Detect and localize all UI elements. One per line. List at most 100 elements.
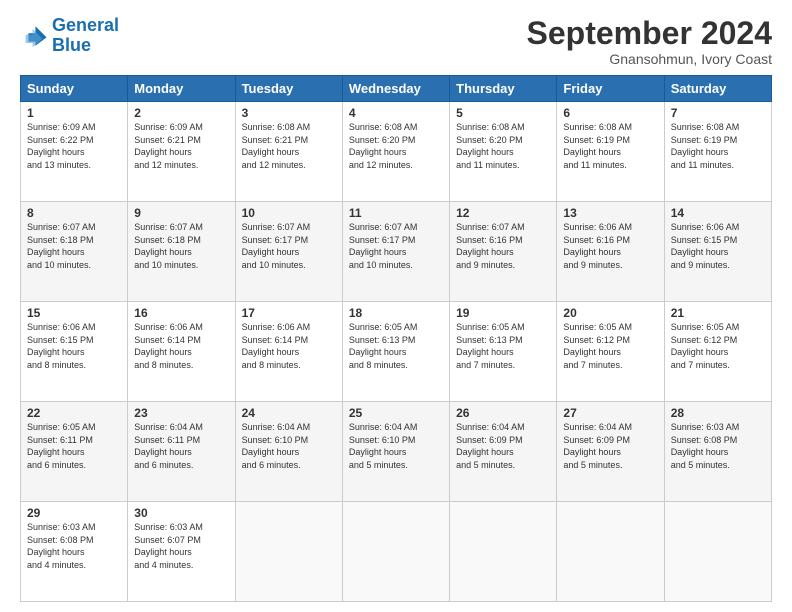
table-row: [235, 502, 342, 602]
table-row: 22Sunrise: 6:05 AMSunset: 6:11 PMDayligh…: [21, 402, 128, 502]
table-row: 8Sunrise: 6:07 AMSunset: 6:18 PMDaylight…: [21, 202, 128, 302]
day-info: Sunrise: 6:08 AMSunset: 6:19 PMDaylight …: [563, 121, 657, 171]
location: Gnansohmun, Ivory Coast: [527, 51, 772, 67]
col-tuesday: Tuesday: [235, 76, 342, 102]
day-number: 18: [349, 306, 443, 320]
day-number: 13: [563, 206, 657, 220]
logo-icon: [20, 22, 48, 50]
table-row: 10Sunrise: 6:07 AMSunset: 6:17 PMDayligh…: [235, 202, 342, 302]
day-number: 29: [27, 506, 121, 520]
day-info: Sunrise: 6:07 AMSunset: 6:18 PMDaylight …: [27, 221, 121, 271]
table-row: 6Sunrise: 6:08 AMSunset: 6:19 PMDaylight…: [557, 102, 664, 202]
day-number: 10: [242, 206, 336, 220]
day-info: Sunrise: 6:05 AMSunset: 6:13 PMDaylight …: [456, 321, 550, 371]
table-row: 11Sunrise: 6:07 AMSunset: 6:17 PMDayligh…: [342, 202, 449, 302]
table-row: 24Sunrise: 6:04 AMSunset: 6:10 PMDayligh…: [235, 402, 342, 502]
day-info: Sunrise: 6:07 AMSunset: 6:16 PMDaylight …: [456, 221, 550, 271]
table-row: 13Sunrise: 6:06 AMSunset: 6:16 PMDayligh…: [557, 202, 664, 302]
day-info: Sunrise: 6:09 AMSunset: 6:22 PMDaylight …: [27, 121, 121, 171]
day-info: Sunrise: 6:03 AMSunset: 6:07 PMDaylight …: [134, 521, 228, 571]
logo-text-line1: General: [52, 16, 119, 36]
day-number: 20: [563, 306, 657, 320]
day-info: Sunrise: 6:06 AMSunset: 6:15 PMDaylight …: [27, 321, 121, 371]
day-info: Sunrise: 6:04 AMSunset: 6:10 PMDaylight …: [242, 421, 336, 471]
table-row: 1Sunrise: 6:09 AMSunset: 6:22 PMDaylight…: [21, 102, 128, 202]
month-title: September 2024: [527, 16, 772, 51]
day-number: 12: [456, 206, 550, 220]
table-row: 28Sunrise: 6:03 AMSunset: 6:08 PMDayligh…: [664, 402, 771, 502]
table-row: 7Sunrise: 6:08 AMSunset: 6:19 PMDaylight…: [664, 102, 771, 202]
title-block: September 2024 Gnansohmun, Ivory Coast: [527, 16, 772, 67]
header: General Blue September 2024 Gnansohmun, …: [20, 16, 772, 67]
header-row: Sunday Monday Tuesday Wednesday Thursday…: [21, 76, 772, 102]
table-row: 14Sunrise: 6:06 AMSunset: 6:15 PMDayligh…: [664, 202, 771, 302]
col-friday: Friday: [557, 76, 664, 102]
day-info: Sunrise: 6:05 AMSunset: 6:13 PMDaylight …: [349, 321, 443, 371]
calendar-week-row: 15Sunrise: 6:06 AMSunset: 6:15 PMDayligh…: [21, 302, 772, 402]
table-row: 21Sunrise: 6:05 AMSunset: 6:12 PMDayligh…: [664, 302, 771, 402]
col-monday: Monday: [128, 76, 235, 102]
table-row: [664, 502, 771, 602]
day-info: Sunrise: 6:04 AMSunset: 6:09 PMDaylight …: [456, 421, 550, 471]
table-row: 29Sunrise: 6:03 AMSunset: 6:08 PMDayligh…: [21, 502, 128, 602]
day-info: Sunrise: 6:03 AMSunset: 6:08 PMDaylight …: [27, 521, 121, 571]
day-number: 6: [563, 106, 657, 120]
day-number: 28: [671, 406, 765, 420]
day-number: 11: [349, 206, 443, 220]
day-number: 24: [242, 406, 336, 420]
table-row: 5Sunrise: 6:08 AMSunset: 6:20 PMDaylight…: [450, 102, 557, 202]
table-row: 4Sunrise: 6:08 AMSunset: 6:20 PMDaylight…: [342, 102, 449, 202]
calendar-week-row: 29Sunrise: 6:03 AMSunset: 6:08 PMDayligh…: [21, 502, 772, 602]
day-number: 4: [349, 106, 443, 120]
day-number: 3: [242, 106, 336, 120]
day-number: 26: [456, 406, 550, 420]
table-row: 27Sunrise: 6:04 AMSunset: 6:09 PMDayligh…: [557, 402, 664, 502]
day-number: 17: [242, 306, 336, 320]
logo-text-line2: Blue: [52, 36, 119, 56]
table-row: [450, 502, 557, 602]
day-info: Sunrise: 6:06 AMSunset: 6:14 PMDaylight …: [134, 321, 228, 371]
day-number: 21: [671, 306, 765, 320]
day-info: Sunrise: 6:06 AMSunset: 6:15 PMDaylight …: [671, 221, 765, 271]
calendar-body: 1Sunrise: 6:09 AMSunset: 6:22 PMDaylight…: [21, 102, 772, 602]
day-number: 7: [671, 106, 765, 120]
day-info: Sunrise: 6:07 AMSunset: 6:17 PMDaylight …: [349, 221, 443, 271]
day-number: 1: [27, 106, 121, 120]
table-row: 16Sunrise: 6:06 AMSunset: 6:14 PMDayligh…: [128, 302, 235, 402]
day-info: Sunrise: 6:08 AMSunset: 6:21 PMDaylight …: [242, 121, 336, 171]
day-info: Sunrise: 6:06 AMSunset: 6:16 PMDaylight …: [563, 221, 657, 271]
day-info: Sunrise: 6:03 AMSunset: 6:08 PMDaylight …: [671, 421, 765, 471]
table-row: 9Sunrise: 6:07 AMSunset: 6:18 PMDaylight…: [128, 202, 235, 302]
table-row: 30Sunrise: 6:03 AMSunset: 6:07 PMDayligh…: [128, 502, 235, 602]
col-thursday: Thursday: [450, 76, 557, 102]
day-number: 2: [134, 106, 228, 120]
col-saturday: Saturday: [664, 76, 771, 102]
day-number: 8: [27, 206, 121, 220]
col-wednesday: Wednesday: [342, 76, 449, 102]
day-number: 25: [349, 406, 443, 420]
day-number: 19: [456, 306, 550, 320]
day-info: Sunrise: 6:09 AMSunset: 6:21 PMDaylight …: [134, 121, 228, 171]
table-row: [557, 502, 664, 602]
table-row: 18Sunrise: 6:05 AMSunset: 6:13 PMDayligh…: [342, 302, 449, 402]
day-number: 15: [27, 306, 121, 320]
day-info: Sunrise: 6:05 AMSunset: 6:12 PMDaylight …: [563, 321, 657, 371]
col-sunday: Sunday: [21, 76, 128, 102]
table-row: 15Sunrise: 6:06 AMSunset: 6:15 PMDayligh…: [21, 302, 128, 402]
table-row: 20Sunrise: 6:05 AMSunset: 6:12 PMDayligh…: [557, 302, 664, 402]
day-info: Sunrise: 6:05 AMSunset: 6:11 PMDaylight …: [27, 421, 121, 471]
day-info: Sunrise: 6:08 AMSunset: 6:20 PMDaylight …: [349, 121, 443, 171]
calendar-week-row: 8Sunrise: 6:07 AMSunset: 6:18 PMDaylight…: [21, 202, 772, 302]
table-row: 23Sunrise: 6:04 AMSunset: 6:11 PMDayligh…: [128, 402, 235, 502]
day-info: Sunrise: 6:08 AMSunset: 6:20 PMDaylight …: [456, 121, 550, 171]
day-number: 14: [671, 206, 765, 220]
day-info: Sunrise: 6:05 AMSunset: 6:12 PMDaylight …: [671, 321, 765, 371]
table-row: 2Sunrise: 6:09 AMSunset: 6:21 PMDaylight…: [128, 102, 235, 202]
table-row: 3Sunrise: 6:08 AMSunset: 6:21 PMDaylight…: [235, 102, 342, 202]
day-number: 22: [27, 406, 121, 420]
day-info: Sunrise: 6:04 AMSunset: 6:09 PMDaylight …: [563, 421, 657, 471]
day-info: Sunrise: 6:08 AMSunset: 6:19 PMDaylight …: [671, 121, 765, 171]
logo: General Blue: [20, 16, 119, 56]
table-row: 26Sunrise: 6:04 AMSunset: 6:09 PMDayligh…: [450, 402, 557, 502]
table-row: 12Sunrise: 6:07 AMSunset: 6:16 PMDayligh…: [450, 202, 557, 302]
